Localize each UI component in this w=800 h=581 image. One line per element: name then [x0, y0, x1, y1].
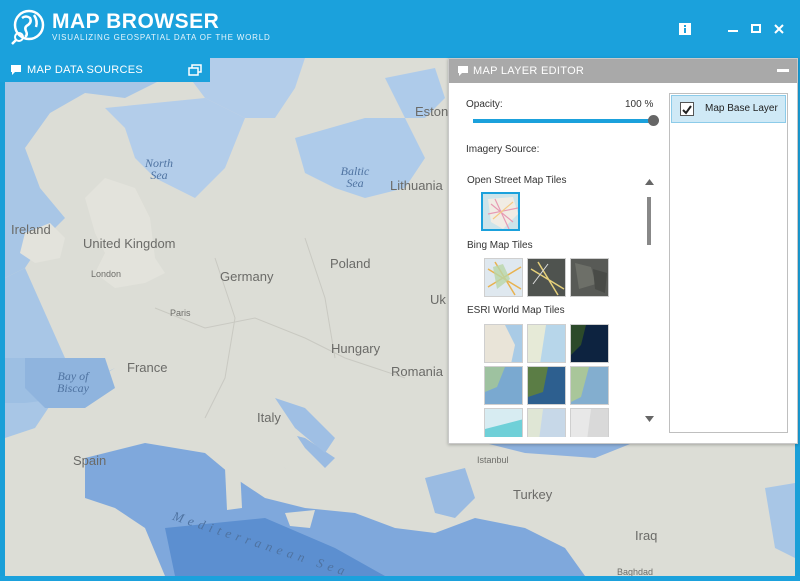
esri-tile-5-thumbnail [528, 367, 565, 404]
map-label-turkey: Turkey [513, 487, 553, 502]
map-label-france: France [127, 360, 168, 375]
comment-icon [458, 66, 468, 76]
esri-tile-8-thumbnail [528, 409, 565, 437]
imagery-source-label: Imagery Source: [466, 144, 540, 155]
tile-esri-1[interactable] [484, 324, 523, 363]
map-label-ireland: Ireland [11, 222, 51, 237]
esri-tile-9-thumbnail [571, 409, 608, 437]
map-label-italy: Italy [257, 410, 281, 425]
osm-tile-thumbnail [483, 194, 518, 229]
tile-bing-hybrid[interactable] [527, 258, 566, 297]
title-bar: MAP BROWSER VISUALIZING GEOSPATIAL DATA … [0, 0, 800, 58]
opacity-value: 100 % [625, 99, 654, 110]
map-label-united-kingdom: United Kingdom [83, 237, 176, 250]
map-label-baltic-sea: Baltic Sea [340, 164, 370, 190]
bing-aerial-thumbnail [571, 259, 608, 296]
collapse-panel-button[interactable] [777, 69, 789, 72]
tile-esri-2[interactable] [527, 324, 566, 363]
info-icon [679, 23, 691, 35]
tile-osm-standard[interactable] [481, 192, 520, 231]
source-list-scrollbar-thumb[interactable] [647, 197, 651, 245]
window-bottom-border [0, 576, 800, 581]
layer-item-map-base-layer[interactable]: Map Base Layer [671, 95, 786, 123]
tile-esri-6[interactable] [570, 366, 609, 405]
globe-logo-icon [11, 9, 45, 45]
imagery-source-list[interactable]: Open Street Map Tiles Bing Map Tiles ESR… [464, 173, 644, 437]
map-label-baghdad: Baghdad [617, 567, 654, 576]
maximize-icon [751, 24, 761, 33]
map-label-iraq: Iraq [635, 528, 658, 543]
map-layer-editor-panel: MAP LAYER EDITOR Opacity: 100 % Imagery … [448, 58, 798, 444]
esri-tile-1-thumbnail [485, 325, 522, 362]
bing-hybrid-thumbnail [528, 259, 565, 296]
map-label-germany: Germany [220, 269, 274, 284]
layer-checkbox[interactable] [680, 102, 694, 116]
scroll-down-arrow-icon[interactable] [645, 416, 654, 422]
map-label-romania: Romania [391, 364, 444, 379]
layers-list: Map Base Layer [669, 93, 788, 433]
map-label-north-sea: North Sea [144, 156, 173, 182]
tile-esri-7[interactable] [484, 408, 523, 437]
tile-bing-road[interactable] [484, 258, 523, 297]
tile-esri-9[interactable] [570, 408, 609, 437]
restore-window-icon[interactable] [188, 64, 202, 76]
map-label-uk-partial: Uk [430, 292, 446, 307]
esri-tile-7-thumbnail [485, 409, 522, 437]
app-title: MAP BROWSER [52, 10, 220, 33]
data-sources-panel-header[interactable]: MAP DATA SOURCES [0, 58, 210, 82]
map-label-london: London [91, 269, 122, 279]
layer-editor-header[interactable]: MAP LAYER EDITOR [449, 59, 797, 83]
layer-editor-title: MAP LAYER EDITOR [473, 65, 585, 77]
opacity-slider-track[interactable] [473, 119, 653, 123]
info-button[interactable] [675, 19, 695, 39]
esri-tile-6-thumbnail [571, 367, 608, 404]
close-button[interactable] [769, 19, 789, 39]
tile-esri-3[interactable] [570, 324, 609, 363]
layer-label: Map Base Layer [705, 103, 778, 114]
map-label-lithuania: Lithuania [390, 178, 443, 193]
map-label-hungary: Hungary [331, 341, 381, 356]
opacity-label: Opacity: [466, 99, 503, 110]
tile-esri-8[interactable] [527, 408, 566, 437]
map-label-spain: Spain [73, 453, 107, 468]
opacity-slider-thumb[interactable] [648, 115, 659, 126]
esri-tile-3-thumbnail [571, 325, 608, 362]
minimize-button[interactable] [723, 19, 743, 39]
map-label-bay-of-biscay: Bay of Biscay [57, 369, 89, 395]
app-subtitle: VISUALIZING GEOSPATIAL DATA OF THE WORLD [52, 33, 271, 42]
esri-tile-2-thumbnail [528, 325, 565, 362]
tile-bing-aerial[interactable] [570, 258, 609, 297]
map-label-istanbul: Istanbul [477, 455, 509, 465]
minimize-icon [728, 30, 738, 32]
tile-esri-4[interactable] [484, 366, 523, 405]
group-label-bing: Bing Map Tiles [467, 240, 533, 251]
map-label-uk-text: United Kingdom [83, 236, 176, 251]
maximize-button[interactable] [746, 19, 766, 39]
checkmark-icon [682, 105, 692, 115]
scroll-up-arrow-icon[interactable] [645, 179, 654, 185]
group-label-osm: Open Street Map Tiles [467, 175, 567, 186]
comment-icon [11, 65, 21, 75]
close-icon [774, 24, 784, 34]
data-sources-title: MAP DATA SOURCES [27, 64, 144, 76]
esri-tile-4-thumbnail [485, 367, 522, 404]
bing-road-thumbnail [485, 259, 522, 296]
group-label-esri: ESRI World Map Tiles [467, 305, 565, 316]
map-label-paris: Paris [170, 308, 191, 318]
map-label-poland: Poland [330, 256, 371, 271]
tile-esri-5[interactable] [527, 366, 566, 405]
